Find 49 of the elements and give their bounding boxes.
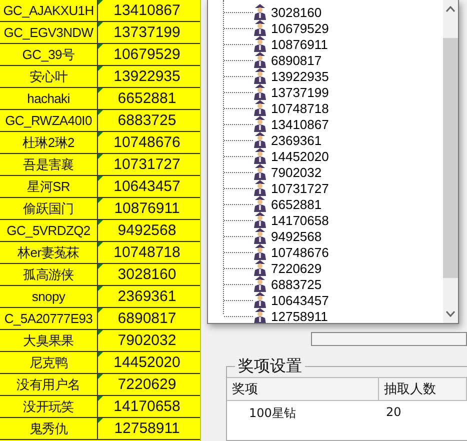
scroll-down-icon[interactable]	[446, 311, 455, 317]
scroll-up-icon[interactable]	[446, 6, 455, 12]
user-icon	[253, 228, 267, 244]
column-header[interactable]: 抽取人数	[379, 377, 467, 402]
user-icon	[253, 68, 267, 84]
tree-item[interactable]: 10643457	[271, 292, 329, 308]
user-icon	[253, 276, 267, 292]
tree-item[interactable]: 10876911	[271, 36, 328, 52]
tree-item[interactable]: 7902032	[271, 164, 322, 180]
tree-item[interactable]: 10679529	[271, 20, 329, 36]
table-cell-text: 20	[385, 405, 402, 422]
table-cell-text: 100星钻	[248, 405, 297, 422]
user-icon	[253, 52, 267, 68]
user-icon	[253, 84, 267, 100]
tree-item[interactable]: 14170658	[271, 212, 329, 228]
user-icon	[253, 180, 267, 196]
user-icon	[253, 20, 267, 36]
user-icon	[253, 212, 267, 228]
file-path-field[interactable]	[311, 332, 467, 346]
user-icon	[253, 292, 267, 308]
tree-item[interactable]: 12758911	[271, 308, 328, 323]
tree-item[interactable]: 10748676	[271, 244, 329, 260]
tree-item[interactable]: 6883725	[271, 276, 322, 292]
tree-item[interactable]: 13410867	[271, 116, 329, 132]
tree-item[interactable]: 10748718	[271, 100, 329, 116]
tree-item[interactable]: 13922935	[271, 68, 329, 84]
user-icon	[253, 132, 267, 148]
user-icon	[253, 36, 267, 52]
scrollbar[interactable]	[443, 0, 458, 323]
user-icon	[253, 196, 267, 212]
tree-item[interactable]: 9492568	[271, 228, 322, 244]
user-icon	[253, 116, 267, 132]
tree-item[interactable]: 3028160	[271, 4, 322, 20]
column-header[interactable]: 奖项	[227, 377, 379, 402]
group-title: 奖项设置	[237, 356, 303, 378]
tree-item[interactable]: 10731727	[271, 180, 329, 196]
user-icon	[253, 308, 267, 323]
tree-item[interactable]: 13737199	[271, 84, 329, 100]
user-icon	[253, 100, 267, 116]
user-icon	[253, 260, 267, 276]
tree-item[interactable]: 7220629	[271, 260, 322, 276]
user-icon	[253, 148, 267, 164]
user-icon	[253, 4, 267, 20]
user-icon	[253, 244, 267, 260]
tree-item[interactable]: 14452020	[271, 148, 329, 164]
tree-item[interactable]: 6652881	[271, 196, 322, 212]
user-icon	[253, 164, 267, 180]
tree-item[interactable]: 6890817	[271, 52, 322, 68]
tree-item[interactable]: 2369361	[271, 132, 322, 148]
